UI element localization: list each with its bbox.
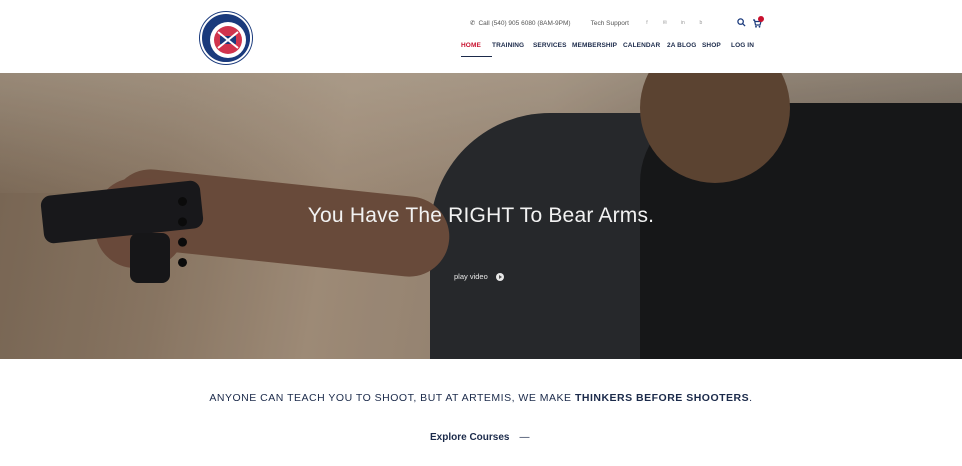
phone-number: Call (540) 905 6080 (8AM-9PM) (478, 19, 571, 27)
tagline-emphasis: THINKERS BEFORE SHOOTERS (574, 392, 750, 404)
phone-icon: ✆ (470, 20, 476, 27)
play-video-button[interactable]: play video (454, 272, 504, 281)
main-nav: HOME TRAINING SERVICES MEMBERSHIP CALEND… (461, 42, 761, 57)
tagline-suffix: . (749, 392, 753, 404)
linkedin-icon[interactable]: in (679, 20, 687, 26)
topbar: ✆ Call (540) 905 6080 (8AM-9PM) Tech Sup… (470, 17, 705, 29)
nav-calendar[interactable]: CALENDAR (623, 42, 667, 49)
nav-log-in[interactable]: LOG IN (731, 42, 761, 49)
nav-shop[interactable]: SHOP (702, 42, 731, 49)
play-icon (495, 272, 504, 281)
blog-icon[interactable]: b (697, 20, 705, 26)
cart-count-badge (758, 16, 764, 22)
tagline-prefix: ANYONE CAN TEACH YOU TO SHOOT, BUT AT AR… (209, 392, 575, 404)
nav-home[interactable]: HOME (461, 42, 492, 57)
social-links: f ✉ in b (643, 20, 705, 26)
explore-courses-link[interactable]: Explore Courses — (430, 432, 529, 443)
nav-membership[interactable]: MEMBERSHIP (572, 42, 623, 49)
hero-banner: You Have The RIGHT To Bear Arms. play vi… (0, 73, 962, 359)
tagline: ANYONE CAN TEACH YOU TO SHOOT, BUT AT AR… (0, 392, 962, 404)
play-video-label: play video (454, 272, 488, 281)
nav-training[interactable]: TRAINING (492, 42, 533, 49)
email-icon[interactable]: ✉ (661, 20, 669, 26)
facebook-icon[interactable]: f (643, 20, 651, 26)
nav-2a-blog[interactable]: 2A BLOG (667, 42, 702, 49)
tech-support-link[interactable]: Tech Support (591, 20, 629, 27)
hero-title: You Have The RIGHT To Bear Arms. (307, 204, 655, 227)
search-icon[interactable] (737, 18, 746, 27)
phone-link[interactable]: ✆ Call (540) 905 6080 (8AM-9PM) (470, 19, 571, 28)
explore-courses-label: Explore Courses (430, 432, 510, 443)
nav-services[interactable]: SERVICES (533, 42, 572, 49)
site-logo[interactable] (200, 12, 252, 64)
arrow-right-icon: — (519, 432, 530, 443)
site-header: ✆ Call (540) 905 6080 (8AM-9PM) Tech Sup… (0, 0, 962, 73)
